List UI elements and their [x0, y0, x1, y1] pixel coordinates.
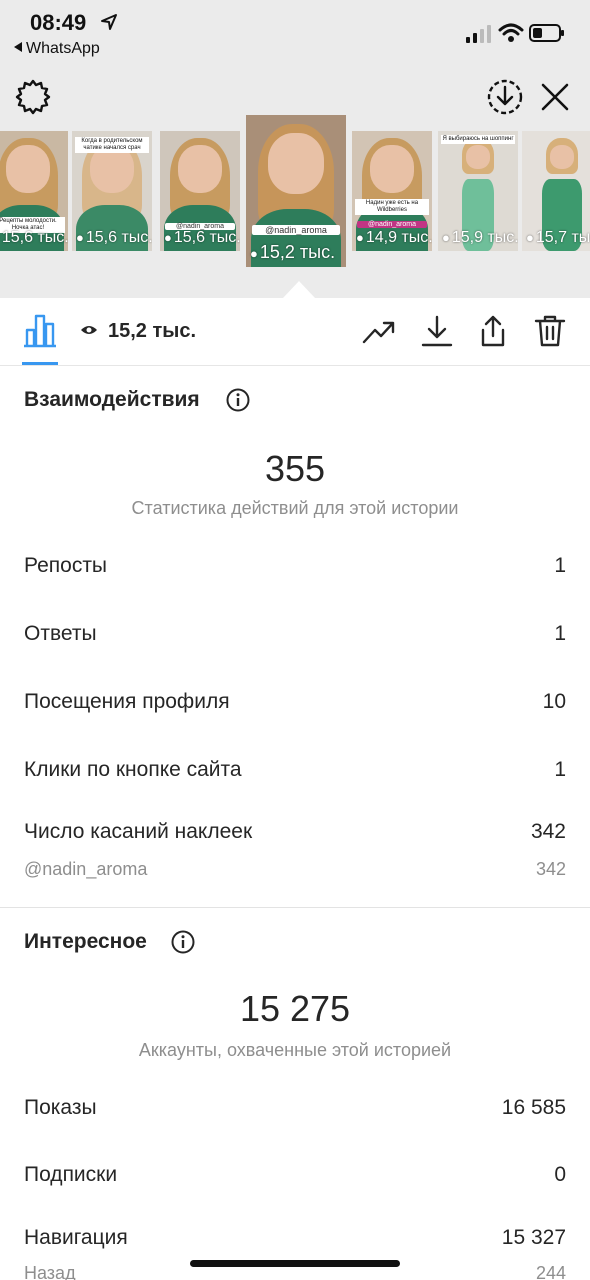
- views-count: 15,2 тыс.: [108, 320, 197, 342]
- accounts-reached-total: 15 275: [239, 988, 351, 1029]
- selected-story-pointer: [283, 281, 315, 298]
- sticker-account-label: @nadin_aroma: [24, 859, 148, 879]
- story-tag: @nadin_aroma: [252, 225, 340, 235]
- website-clicks-label: Клики по кнопке сайта: [24, 758, 242, 781]
- back-app-label: WhatsApp: [26, 40, 100, 57]
- accounts-reached-caption: Аккаунты, охваченные этой историей: [138, 1040, 452, 1060]
- back-to-app-link[interactable]: WhatsApp: [14, 40, 100, 58]
- story-tag: @nadin_aroma: [356, 221, 428, 228]
- story-thumbnail[interactable]: @nadin_aroma ● 15,6 тыс.: [160, 131, 240, 251]
- story-views: ● 15,2 тыс.: [250, 242, 336, 262]
- home-indicator[interactable]: [190, 1260, 400, 1267]
- story-views: ●15,6 тыс.: [76, 229, 152, 246]
- story-caption: Надин уже есть на Wildberries: [355, 199, 429, 215]
- navigation-label: Навигация: [24, 1226, 128, 1249]
- story-views: ●15,6 тыс.: [164, 229, 240, 246]
- story-views: ● 14,9 тыс.: [356, 229, 432, 246]
- follows-value: 0: [554, 1163, 566, 1186]
- sticker-taps-value: 342: [530, 820, 566, 843]
- impressions-label: Показы: [24, 1096, 97, 1119]
- discovery-title: Интересное: [24, 930, 147, 953]
- info-icon[interactable]: [171, 930, 195, 954]
- cellular-signal-icon: [466, 25, 491, 43]
- back-label: Назад: [24, 1263, 76, 1280]
- replies-label: Ответы: [24, 622, 97, 645]
- location-arrow-icon: [101, 14, 117, 30]
- story-thumbnail[interactable]: Надин уже есть на Wildberries @nadin_aro…: [352, 131, 432, 251]
- back-value: 244: [535, 1263, 566, 1280]
- bar-chart-icon[interactable]: [22, 312, 58, 348]
- story-views: ●15,7 тыс.: [526, 229, 590, 246]
- close-icon[interactable]: [540, 82, 570, 112]
- reposts-value: 1: [554, 554, 566, 577]
- eye-icon: ●: [526, 230, 534, 245]
- info-icon[interactable]: [226, 388, 250, 412]
- eye-icon: ●: [356, 230, 364, 245]
- wifi-icon: [498, 23, 524, 42]
- eye-icon: ●: [164, 230, 172, 245]
- impressions-value: 16 585: [501, 1096, 566, 1119]
- insights-toolbar: 15,2 тыс.: [0, 298, 590, 366]
- story-views: ● 15,9 тыс.: [442, 229, 518, 246]
- battery-icon: [529, 24, 564, 42]
- section-divider: [0, 907, 590, 908]
- sticker-account-value: 342: [535, 859, 566, 879]
- story-thumbnail-selected[interactable]: @nadin_aroma ● 15,2 тыс.: [246, 115, 346, 267]
- status-time: 08:49: [30, 10, 87, 35]
- trash-icon[interactable]: [533, 314, 567, 348]
- sticker-taps-label: Число касаний наклеек: [24, 820, 253, 843]
- active-tab-indicator: [22, 362, 58, 365]
- eye-icon: ●: [250, 246, 258, 261]
- reposts-label: Репосты: [24, 554, 108, 577]
- download-icon[interactable]: [420, 314, 454, 348]
- profile-visits-label: Посещения профиля: [24, 690, 230, 713]
- story-caption: Когда в родительском чатике начался срач: [75, 137, 149, 153]
- share-icon[interactable]: [476, 314, 510, 348]
- trending-icon[interactable]: [362, 314, 396, 348]
- story-caption: Я выбираюсь на шоппинг: [441, 135, 515, 144]
- eye-icon: ●: [76, 230, 84, 245]
- gear-icon[interactable]: [14, 78, 52, 116]
- story-thumbnail[interactable]: Когда в родительском чатике начался срач…: [72, 131, 152, 251]
- follows-label: Подписки: [24, 1163, 118, 1186]
- download-circle-icon[interactable]: [486, 78, 524, 116]
- back-triangle-icon: [14, 42, 22, 52]
- story-thumbnail[interactable]: Я выбираюсь на шоппинг ● 15,9 тыс.: [438, 131, 518, 251]
- interactions-caption: Статистика действий для этой истории: [131, 498, 459, 518]
- eye-icon: ●: [442, 230, 450, 245]
- navigation-value: 15 327: [501, 1226, 566, 1249]
- story-viewer-header: 08:49 WhatsApp Рецепты молодости. Ночка …: [0, 0, 590, 298]
- profile-visits-value: 10: [542, 690, 566, 713]
- interactions-total: 355: [264, 448, 326, 489]
- interactions-title: Взаимодействия: [24, 388, 200, 411]
- eye-icon: [81, 326, 97, 334]
- replies-value: 1: [554, 622, 566, 645]
- story-thumbnail[interactable]: ●15,7 тыс.: [522, 131, 590, 251]
- story-thumbnail[interactable]: Рецепты молодости. Ночка атас! ●15,6 тыс…: [0, 131, 68, 251]
- website-clicks-value: 1: [554, 758, 566, 781]
- story-views: ●15,6 тыс.: [1, 229, 68, 246]
